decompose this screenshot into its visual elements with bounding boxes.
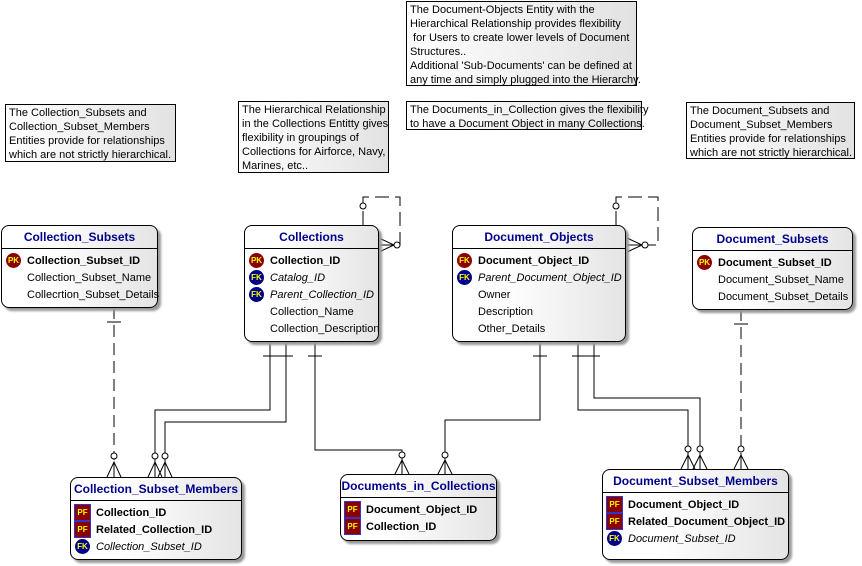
rel-docsubsets-dsm: [733, 309, 749, 470]
entity-document-objects[interactable]: Document_Objects FK Document_Object_ID FK Pa…: [452, 225, 626, 342]
attribute-name: Collection_ID: [366, 520, 437, 533]
attribute-row: PF Related_Collection_ID: [71, 521, 241, 538]
pf-key-icon: PF: [74, 521, 91, 538]
attribute-name: Collection_Subset_ID: [96, 540, 202, 553]
attribute-row: PF Collection_ID: [341, 518, 496, 535]
pf-key-icon: PF: [606, 496, 623, 513]
attribute-name: Document_Subset_Name: [718, 273, 844, 286]
entity-title: Document_Subsets: [693, 228, 852, 251]
attribute-row: FK Catalog_ID: [245, 269, 378, 286]
attribute-list: FK Document_Object_ID FK Parent_Document_Ob…: [453, 249, 625, 337]
attribute-name: Other_Details: [478, 322, 546, 335]
er-diagram: The Collection_Subsets and Collection_Su…: [0, 0, 862, 566]
rel-collections-csm: [147, 341, 293, 478]
rel-docobjects-dsm: [572, 341, 708, 470]
entity-document-subsets[interactable]: Document_Subsets PK Document_Subset_ID Docu…: [692, 227, 853, 310]
attribute-list: PK Collection_ID FK Catalog_ID FK Parent_Coll…: [245, 249, 380, 337]
attribute-name: Related_Collection_ID: [96, 523, 213, 536]
attribute-row: FK Parent_Document_Object_ID: [453, 269, 625, 286]
attribute-row: PK Collection_ID: [245, 252, 378, 269]
attribute-name: Document_Object_ID: [628, 498, 740, 511]
attribute-list: PF Document_Object_ID PF Related_Document_O…: [603, 493, 788, 547]
pf-key-icon: PF: [74, 504, 91, 521]
pf-key-icon: PF: [344, 518, 361, 535]
entity-collection-subset-members[interactable]: Collection_Subset_Members PF Collection_ID…: [70, 477, 242, 560]
attribute-row: PF Document_Object_ID: [341, 501, 496, 518]
attribute-row: PF Related_Document_Object_ID: [603, 513, 788, 530]
fk-key-icon: FK: [75, 539, 90, 554]
attribute-name: Document_Subset_ID: [718, 256, 832, 269]
fk-key-icon: FK: [607, 531, 622, 546]
attribute-name: Collection_Description: [270, 322, 380, 335]
attribute-row: Collection_Name: [245, 303, 378, 320]
attribute-list: PK Collection_Subset_ID Collection_Subset_…: [2, 249, 160, 303]
attribute-row: Description: [453, 303, 625, 320]
pf-key-icon: PF: [344, 501, 361, 518]
pk-key-icon: PK: [697, 255, 712, 270]
entity-title: Collections: [245, 226, 378, 249]
attribute-name: Description: [478, 305, 534, 318]
attribute-name: Document_Object_ID: [478, 254, 590, 267]
attribute-list: PF Collection_ID PF Related_Collection_ID FK…: [71, 501, 241, 555]
attribute-row: Document_Subset_Details: [693, 288, 852, 305]
attribute-name: Document_Subset_ID: [628, 532, 736, 545]
attribute-name: Catalog_ID: [270, 271, 326, 284]
fk-key-icon: FK: [249, 270, 264, 285]
attribute-row: Collecrtion_Subset_Details: [2, 286, 160, 303]
entity-title: Document_Objects: [453, 226, 625, 249]
annotation-note: The Document_Subsets and Document_Subset…: [686, 102, 855, 159]
attribute-list: PF Document_Object_ID PF Collection_ID: [341, 498, 496, 535]
annotation-note: The Collection_Subsets and Collection_Su…: [5, 104, 176, 162]
fk-key-icon: FK: [249, 287, 264, 302]
attribute-name: Parent_Document_Object_ID: [478, 271, 622, 284]
attribute-name: Document_Object_ID: [366, 503, 478, 516]
attribute-row: Other_Details: [453, 320, 625, 337]
rel-collection-subsets-members: [106, 307, 122, 478]
attribute-name: Collection_ID: [96, 506, 167, 519]
attribute-row: Collection_Subset_Name: [2, 269, 157, 286]
entity-document-subset-members[interactable]: Document_Subset_Members PF Document_Object…: [602, 469, 789, 560]
attribute-row: FK Document_Object_ID: [453, 252, 625, 269]
attribute-name: Related_Document_Object_ID: [628, 515, 786, 528]
attribute-list: PK Document_Subset_ID Document_Subset_Name…: [693, 251, 852, 305]
annotation-note: The Document-Objects Entity with the Hie…: [406, 1, 641, 86]
attribute-row: PK Collection_Subset_ID: [2, 252, 157, 269]
entity-title: Document_Subset_Members: [603, 470, 788, 493]
attribute-name: Collection_Subset_Name: [27, 271, 152, 284]
annotation-note: The Hierarchical Relationship in the Col…: [238, 101, 389, 173]
attribute-row: Owner: [453, 286, 625, 303]
attribute-name: Owner: [478, 288, 511, 301]
entity-collections[interactable]: Collections PK Collection_ID FK Catalog_ID FK…: [244, 225, 379, 342]
entity-title: Collection_Subset_Members: [71, 478, 241, 501]
fk-key-icon: FK: [457, 270, 472, 285]
pf-key-icon: PF: [606, 513, 623, 530]
pk-key-icon: PK: [249, 253, 264, 268]
rel-collections-dic: [308, 341, 410, 475]
attribute-row: Collection_Description: [245, 320, 380, 337]
entity-title: Documents_in_Collections: [341, 475, 496, 498]
attribute-row: FK Collection_Subset_ID: [71, 538, 241, 555]
attribute-row: Document_Subset_Name: [693, 271, 852, 288]
annotation-note: The Documents_in_Collection gives the fl…: [406, 101, 648, 130]
attribute-name: Collection_Subset_ID: [27, 254, 141, 267]
attribute-row: PF Document_Object_ID: [603, 496, 788, 513]
rel-docobjects-dic: [437, 341, 547, 475]
attribute-name: Document_Subset_Details: [718, 290, 849, 303]
entity-collection-subsets[interactable]: Collection_Subsets PK Collection_Subset_ID…: [1, 225, 160, 308]
attribute-row: PK Document_Subset_ID: [693, 254, 852, 271]
attribute-name: Collecrtion_Subset_Details: [27, 288, 160, 301]
attribute-name: Parent_Collection_ID: [270, 288, 374, 301]
entity-title: Collection_Subsets: [2, 226, 157, 249]
pk-key-icon: PK: [6, 253, 21, 268]
attribute-row: FK Parent_Collection_ID: [245, 286, 378, 303]
attribute-name: Collection_Name: [270, 305, 354, 318]
fk-key-icon: FK: [457, 253, 472, 268]
entity-documents-in-collections[interactable]: Documents_in_Collections PF Document_Objec…: [340, 474, 497, 541]
attribute-name: Collection_ID: [270, 254, 341, 267]
attribute-row: PF Collection_ID: [71, 504, 241, 521]
attribute-row: FK Document_Subset_ID: [603, 530, 788, 547]
